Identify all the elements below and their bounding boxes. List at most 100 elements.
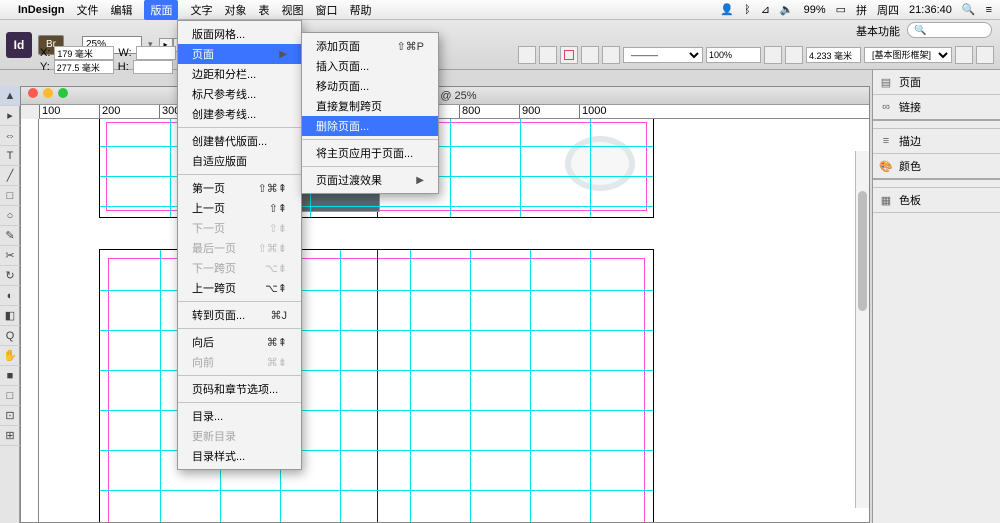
wifi-icon[interactable]: ⊿ [761, 3, 770, 16]
bluetooth-icon[interactable]: ᛒ [744, 4, 751, 16]
menu-item[interactable]: 插入页面... [302, 56, 438, 76]
menu-item: 下一页⇧⇟ [178, 218, 301, 238]
menu-item[interactable]: 移动页面... [302, 76, 438, 96]
panel-swatches-label: 色板 [899, 192, 921, 208]
tool-note[interactable]: ◧ [0, 306, 20, 326]
tool-stroke[interactable]: □ [0, 386, 20, 406]
control-panel: Id Br ▾ ▸▾ ◂▸ 基本功能 ——— [基本图形框架] X: W: Y:… [0, 20, 1000, 70]
extra-icon-2[interactable] [976, 46, 994, 64]
menu-edit[interactable]: 编辑 [110, 2, 132, 18]
menu-item[interactable]: 上一跨页⌥⇞ [178, 278, 301, 298]
tool-gradient[interactable]: ◐ [0, 286, 20, 306]
weekday: 周四 [877, 2, 899, 18]
menu-item[interactable]: 标尺参考线... [178, 84, 301, 104]
volume-icon[interactable]: 🔈 [780, 3, 794, 16]
menu-item[interactable]: 转到页面...⌘J [178, 305, 301, 325]
vertical-ruler[interactable] [21, 119, 39, 522]
fx-icon[interactable] [764, 46, 782, 64]
notification-icon[interactable]: ≡ [986, 4, 992, 16]
stroke-icon[interactable] [602, 46, 620, 64]
stroke-style-select[interactable]: ——— [623, 47, 703, 63]
w-input[interactable] [136, 46, 176, 60]
tool-mode1[interactable]: ⊡ [0, 406, 20, 426]
flip-h-icon[interactable] [518, 46, 536, 64]
canvas[interactable] [39, 119, 869, 522]
menu-item[interactable]: 删除页面... [302, 116, 438, 136]
menu-item[interactable]: 向后⌘⇞ [178, 332, 301, 352]
tool-scissors[interactable]: ✂ [0, 246, 20, 266]
menu-help[interactable]: 帮助 [349, 2, 371, 18]
tool-rect-frame[interactable]: □ [0, 186, 20, 206]
menu-item[interactable]: 页面过渡效果▶ [302, 170, 438, 190]
stroke-weight-input[interactable] [806, 47, 861, 63]
frame-fit-icon[interactable] [560, 46, 578, 64]
tool-fill[interactable]: ■ [0, 366, 20, 386]
tool-line[interactable]: ╱ [0, 166, 20, 186]
vertical-scrollbar[interactable] [855, 151, 869, 508]
percent-input[interactable] [706, 47, 761, 63]
workspace-label[interactable]: 基本功能 [856, 23, 900, 39]
auto-fit-icon[interactable] [581, 46, 599, 64]
spotlight-icon[interactable]: 🔍 [962, 3, 976, 16]
menu-item[interactable]: 第一页⇧⌘⇞ [178, 178, 301, 198]
menu-window[interactable]: 窗口 [315, 2, 337, 18]
x-input[interactable] [54, 46, 114, 60]
menu-file[interactable]: 文件 [76, 2, 98, 18]
menu-item[interactable]: 版面网格... [178, 24, 301, 44]
help-search[interactable] [907, 22, 992, 38]
frame-style-select[interactable]: [基本图形框架] [864, 47, 952, 63]
menu-item[interactable]: 创建参考线... [178, 104, 301, 124]
tool-selection[interactable]: ▲ [0, 86, 20, 106]
h-input[interactable] [133, 60, 173, 74]
menu-item[interactable]: 边距和分栏... [178, 64, 301, 84]
tool-type[interactable]: T [0, 146, 20, 166]
tool-rotate[interactable]: ↻ [0, 266, 20, 286]
tool-ellipse[interactable]: ○ [0, 206, 20, 226]
panel-stroke[interactable]: ≡描边 [873, 129, 1000, 154]
menu-item: 下一跨页⌥⇟ [178, 258, 301, 278]
menu-item[interactable]: 目录样式... [178, 446, 301, 466]
ime-icon[interactable]: 拼 [856, 2, 867, 18]
tool-direct[interactable]: ▸ [0, 106, 20, 126]
menu-table[interactable]: 表 [258, 2, 269, 18]
menu-item[interactable]: 自适应版面 [178, 151, 301, 171]
corner-icon[interactable] [785, 46, 803, 64]
extra-icon-1[interactable] [955, 46, 973, 64]
app-name: InDesign [18, 4, 64, 16]
maximize-button[interactable] [58, 88, 68, 98]
panel-stroke-label: 描边 [899, 133, 921, 149]
tool-zoom[interactable]: Q [0, 326, 20, 346]
horizontal-ruler[interactable]: 1002003004005006007008009001000 [39, 105, 869, 119]
layout-menu: 版面网格...页面▶边距和分栏...标尺参考线...创建参考线... 创建替代版面… [177, 20, 302, 470]
menu-view[interactable]: 视图 [281, 2, 303, 18]
menu-object[interactable]: 对象 [224, 2, 246, 18]
menu-layout[interactable]: 版面 [144, 0, 178, 20]
user-icon[interactable]: 👤 [720, 3, 734, 16]
tool-gap[interactable]: ⇔ [0, 126, 20, 146]
tool-mode2[interactable]: ⊞ [0, 426, 20, 446]
menu-item[interactable]: 上一页⇧⇞ [178, 198, 301, 218]
flip-v-icon[interactable] [539, 46, 557, 64]
menu-item[interactable]: 页面▶ [178, 44, 301, 64]
panel-swatches[interactable]: ▦色板 [873, 188, 1000, 213]
y-input[interactable] [54, 60, 114, 74]
scrollbar-thumb[interactable] [858, 191, 867, 311]
tool-pencil[interactable]: ✎ [0, 226, 20, 246]
menu-type[interactable]: 文字 [190, 2, 212, 18]
menu-item[interactable]: 页码和章节选项... [178, 379, 301, 399]
tool-hand[interactable]: ✋ [0, 346, 20, 366]
battery-icon: ▭ [836, 3, 846, 16]
menu-item[interactable]: 添加页面⇧⌘P [302, 36, 438, 56]
menu-item[interactable]: 将主页应用于页面... [302, 143, 438, 163]
menu-item[interactable]: 目录... [178, 406, 301, 426]
panel-pages[interactable]: ▤页面 [873, 70, 1000, 95]
menu-item[interactable]: 直接复制跨页 [302, 96, 438, 116]
panel-color[interactable]: 🎨颜色 [873, 154, 1000, 180]
w-label: W: [118, 47, 131, 59]
panel-links[interactable]: ∞链接 [873, 95, 1000, 121]
close-button[interactable] [28, 88, 38, 98]
clock: 21:36:40 [909, 4, 952, 16]
minimize-button[interactable] [43, 88, 53, 98]
coffee-cup-image[interactable] [565, 136, 635, 191]
menu-item[interactable]: 创建替代版面... [178, 131, 301, 151]
